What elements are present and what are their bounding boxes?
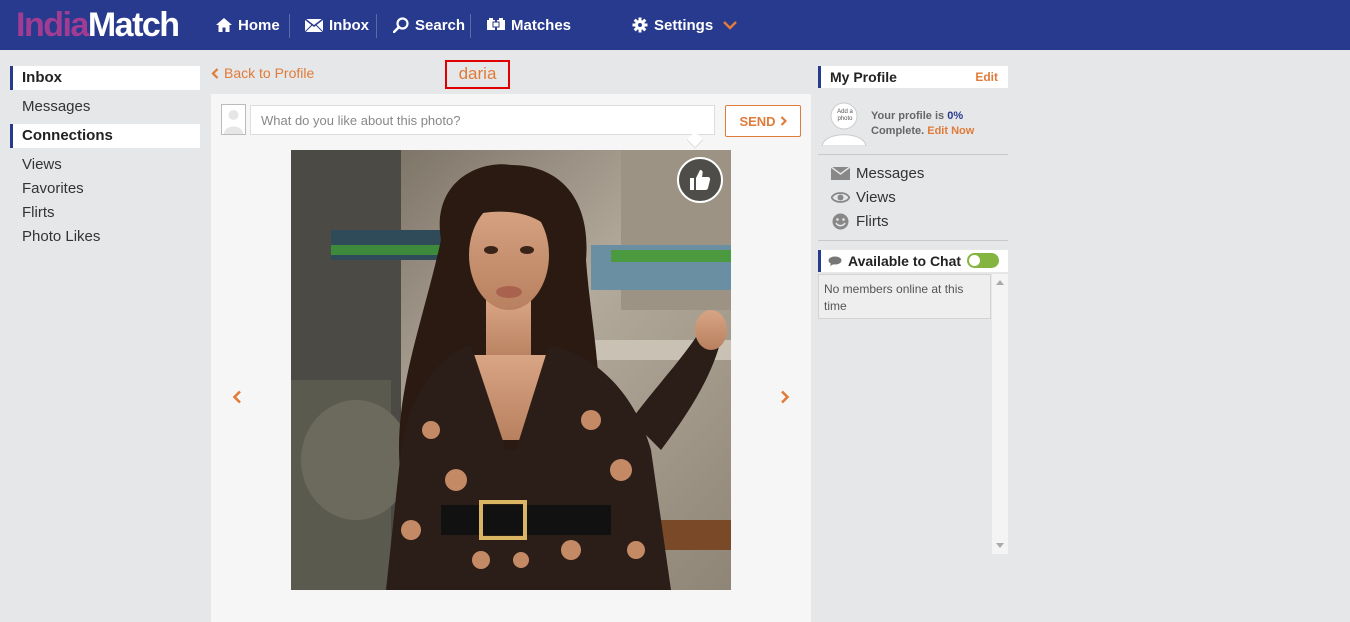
online-members-list: No members online at this time — [818, 274, 991, 319]
nav-search-label: Search — [415, 16, 466, 34]
logo-text-match: Match — [87, 6, 180, 44]
toggle-knob — [969, 255, 980, 266]
right-link-views-label: Views — [856, 188, 896, 206]
user-avatar — [221, 104, 246, 135]
left-sidebar: Inbox Messages Connections Views Favorit… — [10, 66, 200, 249]
eye-icon — [831, 191, 850, 203]
nav-home[interactable]: Home — [216, 0, 280, 50]
envelope-icon — [831, 166, 850, 180]
available-to-chat-header: Available to Chat — [818, 250, 1008, 272]
matches-icon — [487, 18, 505, 30]
right-link-messages-label: Messages — [856, 164, 925, 182]
thumbs-up-icon — [690, 170, 711, 190]
chevron-right-icon — [781, 390, 790, 404]
chat-availability-toggle[interactable] — [967, 253, 999, 268]
previous-photo-arrow[interactable] — [229, 387, 245, 407]
right-divider — [818, 240, 1008, 241]
no-members-message: No members online at this time — [824, 282, 964, 313]
nav-matches[interactable]: Matches — [487, 0, 571, 50]
nav-divider — [289, 14, 290, 38]
photo-comment-input[interactable] — [250, 105, 715, 135]
sidebar-heading-connections[interactable]: Connections — [10, 124, 200, 148]
smiley-icon — [832, 213, 849, 229]
sidebar-item-messages[interactable]: Messages — [10, 95, 200, 119]
send-button[interactable]: SEND — [725, 105, 801, 137]
sidebar-item-favorites[interactable]: Favorites — [10, 177, 200, 201]
scroll-down-arrow-icon[interactable] — [996, 543, 1004, 548]
home-icon — [216, 18, 232, 32]
sidebar-heading-inbox[interactable]: Inbox — [10, 66, 200, 90]
profile-status-prefix: Your profile is — [871, 110, 945, 122]
profile-completion-text: Your profile is 0% Complete. Edit Now — [871, 109, 974, 139]
sidebar-item-photo-likes[interactable]: Photo Likes — [10, 225, 200, 249]
online-members-scrollbar[interactable] — [992, 274, 1008, 554]
send-button-label: SEND — [739, 113, 776, 129]
logo-text-india: India — [16, 6, 89, 44]
back-to-profile-link[interactable]: Back to Profile — [211, 65, 314, 81]
chat-bubble-icon — [828, 256, 842, 266]
add-photo-placeholder[interactable]: Add a photo — [820, 98, 868, 147]
add-photo-label: Add a photo — [837, 109, 853, 122]
profile-status-suffix: Complete. — [871, 125, 925, 137]
available-to-chat-title: Available to Chat — [848, 253, 962, 269]
chevron-right-icon — [780, 116, 787, 126]
top-navigation-bar: IndiaMatch Home Inbox Search Matches Set… — [0, 0, 1350, 50]
nav-divider — [470, 14, 471, 38]
photo-panel: SEND — [211, 94, 811, 622]
indiamatch-logo[interactable]: IndiaMatch — [16, 6, 180, 45]
right-link-messages[interactable]: Messages — [831, 162, 924, 184]
nav-matches-label: Matches — [511, 16, 572, 34]
edit-now-link[interactable]: Edit Now — [927, 125, 974, 137]
my-profile-header: My Profile Edit — [818, 66, 1008, 88]
photo-illustration — [291, 150, 731, 590]
my-profile-title: My Profile — [830, 69, 897, 85]
right-link-flirts[interactable]: Flirts — [831, 210, 889, 232]
right-divider — [818, 154, 1008, 155]
silhouette-icon — [224, 110, 243, 134]
right-link-flirts-label: Flirts — [856, 212, 889, 230]
nav-inbox-label: Inbox — [329, 16, 369, 34]
search-icon — [393, 17, 409, 33]
nav-home-label: Home — [238, 16, 280, 34]
profile-photo[interactable] — [291, 150, 731, 590]
like-photo-button[interactable] — [677, 157, 723, 203]
right-link-views[interactable]: Views — [831, 186, 896, 208]
chevron-down-icon — [723, 20, 738, 30]
sidebar-item-views[interactable]: Views — [10, 153, 200, 177]
next-photo-arrow[interactable] — [777, 387, 793, 407]
edit-profile-link[interactable]: Edit — [975, 70, 998, 84]
chevron-left-icon — [232, 390, 241, 404]
profile-percent: 0% — [947, 110, 964, 122]
gear-icon — [632, 17, 648, 33]
scroll-up-arrow-icon[interactable] — [996, 280, 1004, 285]
envelope-icon — [305, 18, 323, 32]
profile-name-label: daria — [445, 60, 510, 89]
chevron-left-icon — [211, 67, 219, 79]
nav-divider — [376, 14, 377, 38]
nav-search[interactable]: Search — [393, 0, 465, 50]
nav-settings[interactable]: Settings — [632, 0, 743, 50]
nav-settings-label: Settings — [654, 16, 714, 34]
sidebar-item-flirts[interactable]: Flirts — [10, 201, 200, 225]
back-to-profile-label: Back to Profile — [224, 65, 315, 81]
nav-inbox[interactable]: Inbox — [305, 0, 369, 50]
